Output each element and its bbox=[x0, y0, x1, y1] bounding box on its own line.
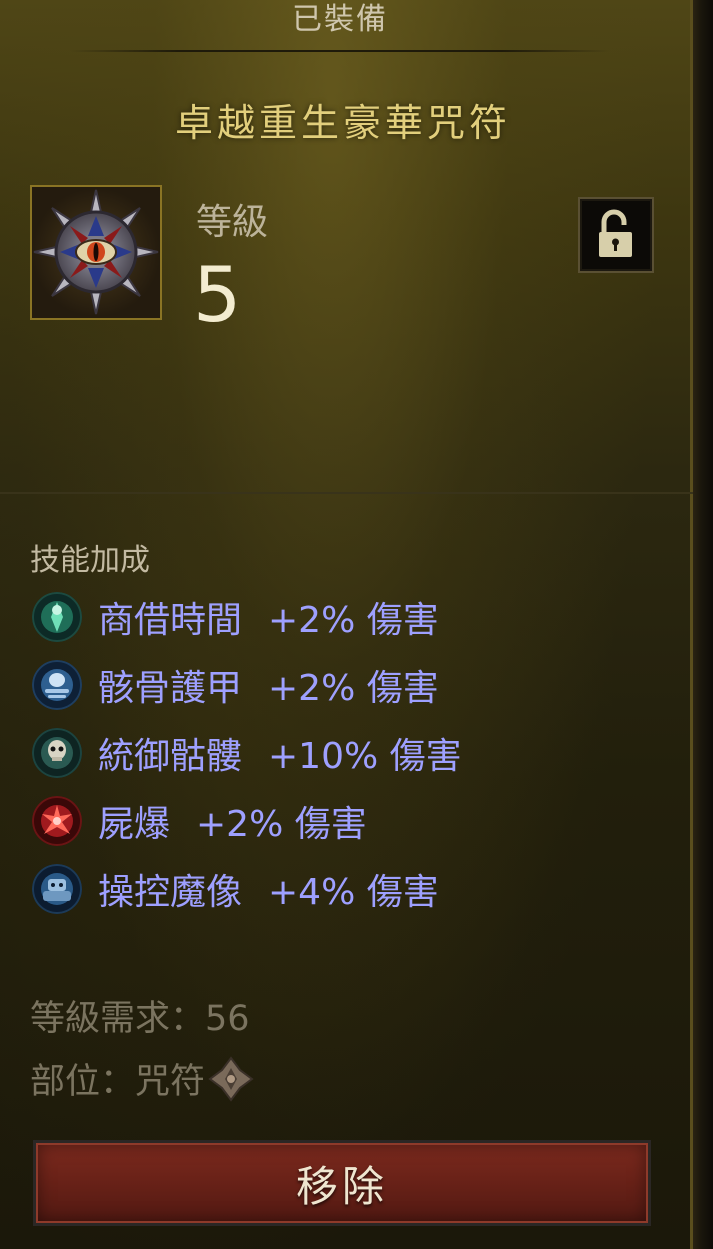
skill-bonus-row: 屍爆 +2% 傷害 bbox=[32, 787, 672, 855]
divider bbox=[0, 492, 693, 494]
corpse-explosion-icon bbox=[32, 796, 82, 846]
unlocked-padlock-icon bbox=[599, 209, 632, 257]
skill-bonus-list: 商借時間 +2% 傷害 骸骨護甲 +2% 傷害 統御骷髏 +10% 傷害 屍爆 … bbox=[32, 583, 672, 923]
skill-bonus-value: +4% 傷害 bbox=[268, 872, 439, 913]
divider bbox=[70, 50, 610, 52]
skill-bonus-row: 統御骷髏 +10% 傷害 bbox=[32, 719, 672, 787]
skill-bonus-value: +10% 傷害 bbox=[268, 736, 462, 777]
skill-name: 骸骨護甲 bbox=[98, 668, 243, 709]
skill-bonus-heading: 技能加成 bbox=[30, 543, 150, 578]
skill-bonus-row: 商借時間 +2% 傷害 bbox=[32, 583, 672, 651]
command-golem-icon bbox=[32, 864, 82, 914]
skill-name: 操控魔像 bbox=[98, 872, 243, 913]
item-name: 卓越重生豪華咒符 bbox=[174, 101, 511, 145]
item-level-value: 5 bbox=[193, 250, 242, 339]
eye-charm-icon bbox=[33, 189, 159, 315]
level-requirement: 等級需求：56 bbox=[30, 999, 250, 1039]
equipped-label: 已裝備 bbox=[292, 2, 388, 37]
skill-bonus-value: +2% 傷害 bbox=[196, 804, 367, 845]
skill-bonus-value: +2% 傷害 bbox=[268, 600, 439, 641]
skill-name: 屍爆 bbox=[98, 804, 171, 845]
item-icon-frame bbox=[30, 185, 162, 320]
skill-name: 商借時間 bbox=[98, 600, 243, 641]
charm-slot-icon bbox=[208, 1055, 254, 1102]
item-level-label: 等級 bbox=[196, 202, 269, 243]
item-tooltip-panel: 已裝備 卓越重生豪華咒符 等級 5 技能加成 商借時間 +2% 傷害 骸骨護甲 … bbox=[0, 0, 693, 1249]
skill-bonus-value: +2% 傷害 bbox=[268, 668, 439, 709]
skill-name: 統御骷髏 bbox=[98, 736, 243, 777]
slot-line: 部位：咒符 bbox=[30, 1053, 255, 1104]
lock-button[interactable] bbox=[578, 197, 654, 273]
remove-button-label: 移除 bbox=[295, 1161, 388, 1211]
skill-bonus-row: 操控魔像 +4% 傷害 bbox=[32, 855, 672, 923]
skill-bonus-row: 骸骨護甲 +2% 傷害 bbox=[32, 651, 672, 719]
remove-button[interactable]: 移除 bbox=[33, 1140, 651, 1226]
slot-text: 部位：咒符 bbox=[30, 1062, 206, 1102]
bone-armor-icon bbox=[32, 660, 82, 710]
background-edge bbox=[693, 0, 713, 1249]
borrowed-time-icon bbox=[32, 592, 82, 642]
command-skeletons-icon bbox=[32, 728, 82, 778]
